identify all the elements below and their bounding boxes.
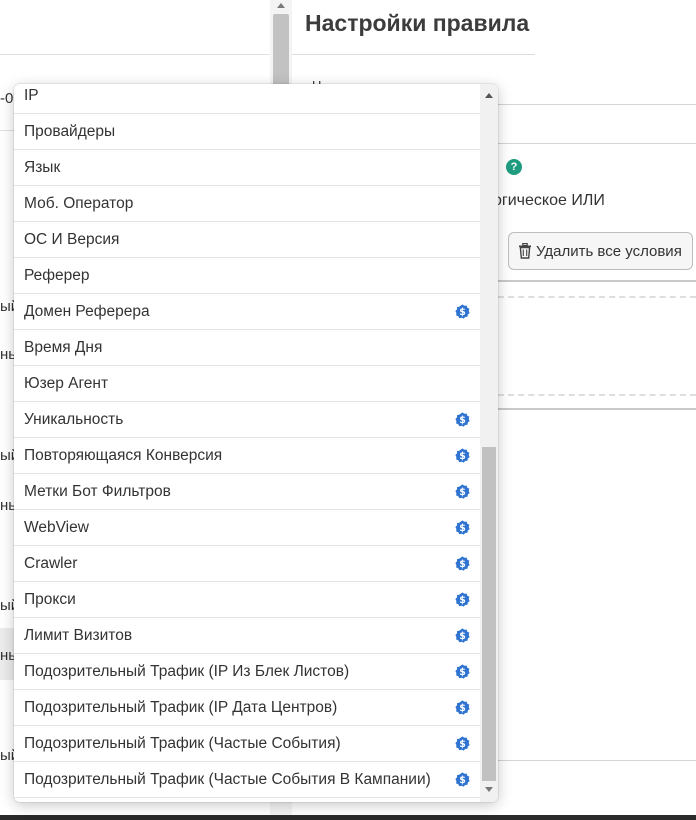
scroll-up-arrow-icon[interactable] bbox=[277, 3, 285, 8]
dropdown-option[interactable]: Подозрительный Трафик (IP Из Блек Листов… bbox=[14, 654, 480, 690]
dropdown-option-label: Лимит Визитов bbox=[24, 626, 133, 644]
dropdown-option[interactable]: IP bbox=[14, 84, 480, 114]
dollar-badge-icon: $ bbox=[455, 664, 470, 679]
scroll-down-arrow-icon[interactable] bbox=[485, 787, 493, 792]
dropdown-option[interactable]: Подозрительный Трафик (IP Дата Центров) $ bbox=[14, 690, 480, 726]
dropdown-option-label: Время Дня bbox=[24, 338, 103, 356]
dropdown-option[interactable]: Реферер bbox=[14, 258, 480, 294]
dropdown-option-label: Юзер Агент bbox=[24, 374, 109, 392]
page-bottom-edge bbox=[0, 815, 696, 820]
dollar-badge-icon: $ bbox=[455, 484, 470, 499]
dropdown-option[interactable]: Подозрительный Трафик (Частые События) $ bbox=[14, 726, 480, 762]
dashed-dropzone-bottom bbox=[498, 394, 696, 396]
dropdown-option-label: IP bbox=[24, 87, 39, 104]
input-underline bbox=[492, 104, 696, 105]
svg-text:$: $ bbox=[459, 703, 466, 714]
dropdown-option[interactable]: Уникальность $ bbox=[14, 402, 480, 438]
dollar-badge-icon: $ bbox=[455, 556, 470, 571]
svg-text:$: $ bbox=[459, 631, 466, 642]
svg-text:$: $ bbox=[459, 667, 466, 678]
dropdown-option-label: Уникальность bbox=[24, 410, 124, 428]
svg-text:$: $ bbox=[459, 775, 466, 786]
dropdown-option[interactable]: Лимит Визитов $ bbox=[14, 618, 480, 654]
dropdown-option[interactable]: Моб. Оператор bbox=[14, 186, 480, 222]
dashed-dropzone-top bbox=[498, 296, 696, 298]
dropdown-scrollbar[interactable] bbox=[480, 84, 498, 802]
svg-text:$: $ bbox=[459, 739, 466, 750]
dropdown-option[interactable]: Время Дня bbox=[14, 330, 480, 366]
dollar-badge-icon: $ bbox=[455, 412, 470, 427]
dollar-badge-icon: $ bbox=[455, 736, 470, 751]
dollar-badge-icon: $ bbox=[455, 628, 470, 643]
dollar-badge-icon: $ bbox=[455, 304, 470, 319]
svg-text:$: $ bbox=[459, 523, 466, 534]
divider bbox=[492, 408, 696, 410]
dropdown-option-label: Crawler bbox=[24, 554, 78, 572]
dropdown-option-label: Подозрительный Трафик (IP Дата Центров) bbox=[24, 698, 338, 716]
divider bbox=[492, 280, 696, 282]
dropdown-option-label: Провайдеры bbox=[24, 122, 116, 140]
divider bbox=[492, 760, 696, 761]
dropdown-option[interactable]: Метки Бот Фильтров $ bbox=[14, 474, 480, 510]
svg-text:$: $ bbox=[459, 415, 466, 426]
dollar-badge-icon: $ bbox=[455, 700, 470, 715]
svg-text:$: $ bbox=[459, 451, 466, 462]
dropdown-option-label: Подозрительный Трафик (Частые События) bbox=[24, 734, 341, 752]
logic-operator-label: огическое ИЛИ bbox=[493, 192, 605, 209]
dropdown-option-label: Подозрительный Трафик (Частые События В … bbox=[24, 770, 431, 788]
title-underline bbox=[292, 54, 535, 55]
svg-text:$: $ bbox=[459, 559, 466, 570]
dropdown-option-label: Подозрительный Трафик (IP Из Блек Листов… bbox=[24, 662, 350, 680]
dropdown-option[interactable]: Повторяющаяся Конверсия $ bbox=[14, 438, 480, 474]
divider bbox=[492, 143, 696, 144]
condition-type-dropdown[interactable]: IP Провайдеры Язык Моб. Оператор ОС И Версия… bbox=[14, 84, 498, 802]
dollar-badge-icon: $ bbox=[455, 772, 470, 787]
delete-all-conditions-button[interactable]: Удалить все условия bbox=[508, 232, 693, 270]
dropdown-option-label: ОС И Версия bbox=[24, 230, 120, 248]
help-icon[interactable]: ? bbox=[506, 159, 522, 175]
dropdown-option-label: Реферер bbox=[24, 266, 90, 284]
dropdown-option-label: Моб. Оператор bbox=[24, 194, 134, 212]
dropdown-options-list: IP Провайдеры Язык Моб. Оператор ОС И Версия… bbox=[14, 84, 480, 802]
dropdown-option-label: WebView bbox=[24, 518, 89, 536]
panel-title: Настройки правила bbox=[305, 10, 530, 36]
dropdown-option[interactable]: Юзер Агент bbox=[14, 366, 480, 402]
dollar-badge-icon: $ bbox=[455, 520, 470, 535]
delete-all-conditions-label: Удалить все условия bbox=[536, 242, 682, 260]
dropdown-option[interactable]: Провайдеры bbox=[14, 114, 480, 150]
dropdown-option[interactable]: Язык bbox=[14, 150, 480, 186]
dropdown-option-label: Домен Реферера bbox=[24, 302, 150, 320]
dropdown-option-label: Повторяющаяся Конверсия bbox=[24, 446, 223, 464]
dropdown-scrollbar-thumb[interactable] bbox=[482, 447, 496, 781]
svg-text:$: $ bbox=[459, 307, 466, 318]
dollar-badge-icon: $ bbox=[455, 592, 470, 607]
divider bbox=[0, 54, 270, 55]
svg-text:$: $ bbox=[459, 595, 466, 606]
dropdown-option[interactable]: ОС И Версия bbox=[14, 222, 480, 258]
dropdown-option[interactable]: Подозрительный Трафик (Частые События В … bbox=[14, 762, 480, 798]
dropdown-option-label: Прокси bbox=[24, 590, 76, 608]
trash-icon bbox=[519, 243, 531, 259]
dropdown-option[interactable]: WebView $ bbox=[14, 510, 480, 546]
dropdown-option[interactable]: Прокси $ bbox=[14, 582, 480, 618]
dropdown-option-label: Язык bbox=[24, 158, 61, 176]
scroll-up-arrow-icon[interactable] bbox=[485, 93, 493, 98]
dropdown-option-label: Метки Бот Фильтров bbox=[24, 482, 171, 500]
dropdown-option[interactable]: Crawler $ bbox=[14, 546, 480, 582]
dropdown-option[interactable]: Домен Реферера $ bbox=[14, 294, 480, 330]
svg-text:$: $ bbox=[459, 487, 466, 498]
dollar-badge-icon: $ bbox=[455, 448, 470, 463]
